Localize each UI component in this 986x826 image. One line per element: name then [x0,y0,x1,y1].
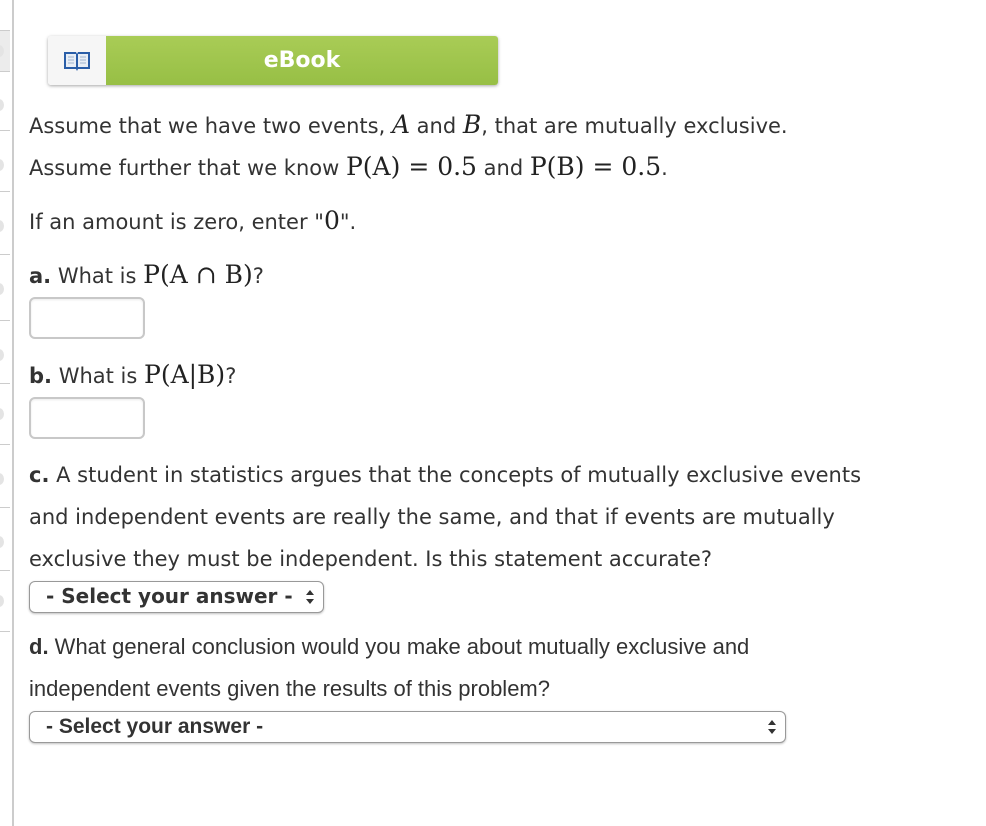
answer-c-select[interactable]: - Select your answer - [29,581,324,613]
question-b: b. What is P(A|B)? [29,360,237,389]
question-a: a. What is P(A ∩ B)? [29,260,264,289]
open-book-icon [64,51,90,71]
nav-item[interactable] [0,445,10,508]
question-d-line-1: d. What general conclusion would you mak… [29,634,750,659]
nav-item[interactable] [0,571,10,632]
question-c-line-1: c. A student in statistics argues that t… [29,463,862,487]
nav-item[interactable] [0,321,10,384]
nav-item[interactable] [0,255,10,321]
select-arrows-icon [306,590,314,604]
ebook-button[interactable]: eBook [48,36,498,85]
left-question-nav [0,0,10,826]
answer-b-input[interactable] [29,397,145,439]
pb-expression: P(B) = 0.5 [529,152,662,181]
nav-item[interactable] [0,192,10,255]
conditional-expression: P(A|B) [144,360,226,389]
event-a: A [391,110,410,139]
question-c-line-3: exclusive they must be independent. Is t… [29,547,712,571]
answer-c-selected: - Select your answer - [46,584,293,608]
nav-item[interactable] [0,71,10,131]
nav-item[interactable] [0,508,10,571]
answer-a-input[interactable] [29,297,145,339]
divider [12,0,14,826]
ebook-icon-box [48,36,106,85]
select-arrows-icon [768,720,776,734]
answer-d-select[interactable]: - Select your answer - [29,711,786,743]
ebook-label: eBook [106,36,498,85]
intro-line-2: Assume further that we know P(A) = 0.5 a… [29,152,668,181]
intro-line-1: Assume that we have two events, A and B,… [29,110,788,139]
question-c-line-2: and independent events are really the sa… [29,505,835,529]
instruction: If an amount is zero, enter "0". [29,206,357,235]
question-d-line-2: independent events given the results of … [29,676,550,701]
nav-item[interactable] [0,131,10,192]
intersection-expression: P(A ∩ B) [143,260,253,289]
answer-d-selected: - Select your answer - [46,715,264,738]
pa-expression: P(A) = 0.5 [345,152,477,181]
nav-item[interactable] [0,30,10,72]
event-b: B [462,110,482,139]
nav-item[interactable] [0,384,10,445]
